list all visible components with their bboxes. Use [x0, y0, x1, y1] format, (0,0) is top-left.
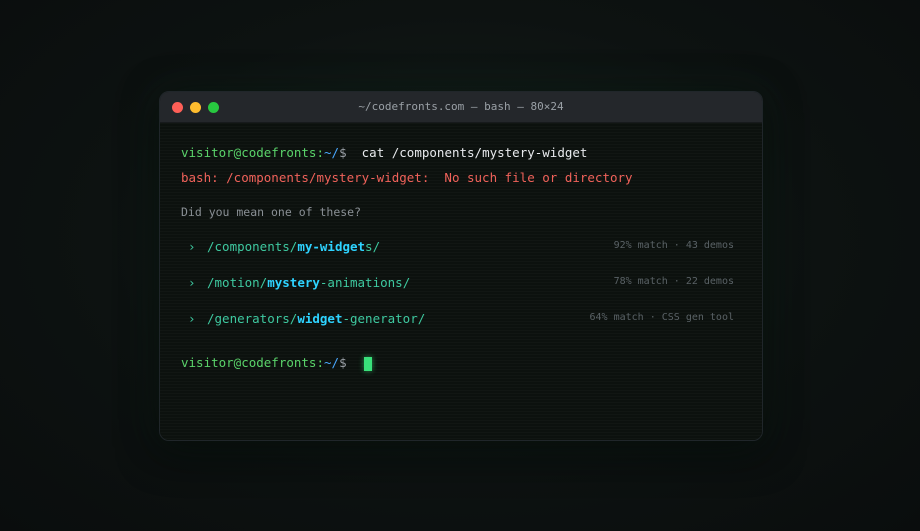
suggestion-meta: 92% match · 43 demos [613, 240, 734, 251]
prompt-symbol: $ [339, 145, 347, 160]
suggestion-path-prefix: /motion/ [207, 275, 268, 290]
prompt-symbol: $ [339, 355, 347, 370]
current-prompt: visitor@codefronts:~/$ [181, 355, 347, 370]
chevron-right-icon: › [188, 275, 196, 290]
error-message: No such file or directory [444, 170, 633, 185]
text-cursor[interactable] [364, 357, 372, 371]
window-title: ~/codefronts.com — bash — 80×24 [358, 100, 564, 113]
prompt-path: ~/ [324, 145, 340, 160]
hint-text: Did you mean one of these? [181, 205, 362, 219]
command-text: cat /components/mystery-widget [361, 145, 588, 160]
suggestion-item[interactable]: › /components/my-widgets/ 92% match · 43… [181, 239, 734, 257]
suggestion-path-match: widget [297, 311, 343, 326]
suggestion-path-suffix: -generator/ [342, 311, 426, 326]
chevron-right-icon: › [188, 311, 196, 326]
suggestion-meta: 78% match · 22 demos [613, 276, 734, 287]
suggestion-path-match: my-widget [297, 239, 366, 254]
suggestion-item[interactable]: › /generators/widget-generator/ 64% matc… [181, 311, 734, 329]
error-line: bash: /components/mystery-widget: No suc… [181, 170, 633, 185]
suggestion-path-suffix: -animations/ [319, 275, 411, 290]
suggestion-meta: 64% match · CSS gen tool [589, 312, 735, 323]
prompt-user: visitor@codefronts: [181, 355, 324, 370]
terminal-output[interactable]: visitor@codefronts:~/$ cat /components/m… [160, 123, 762, 440]
prompt-user: visitor@codefronts: [181, 145, 324, 160]
error-prefix: bash: /components/mystery-widget: [181, 170, 430, 185]
suggestion-path[interactable]: /generators/widget-generator/ [207, 311, 425, 326]
title-bar: ~/codefronts.com — bash — 80×24 [160, 92, 762, 123]
suggestion-path-prefix: /generators/ [207, 311, 298, 326]
suggestion-item[interactable]: › /motion/mystery-animations/ 78% match … [181, 275, 734, 293]
terminal-window: ~/codefronts.com — bash — 80×24 visitor@… [159, 91, 763, 441]
suggestion-path[interactable]: /components/my-widgets/ [207, 239, 380, 254]
prompt-path: ~/ [324, 355, 340, 370]
chevron-right-icon: › [188, 239, 196, 254]
suggestion-path-match: mystery [267, 275, 320, 290]
suggestion-path-prefix: /components/ [207, 239, 298, 254]
command-line: visitor@codefronts:~/$ cat /components/m… [181, 145, 587, 160]
suggestion-path-suffix: s/ [365, 239, 381, 254]
suggestion-path[interactable]: /motion/mystery-animations/ [207, 275, 410, 290]
